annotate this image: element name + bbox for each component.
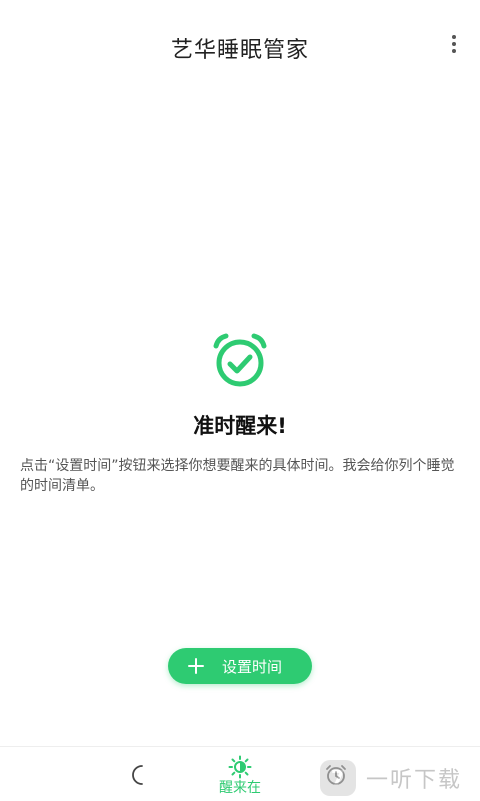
menu-dot [452, 49, 456, 53]
menu-dot [452, 42, 456, 46]
app-bar: 艺华睡眠管家 [0, 0, 480, 96]
empty-title: 准时醒来! [193, 414, 287, 438]
watermark-logo: 7 [320, 760, 356, 796]
alarm-check-icon [213, 333, 267, 387]
watermark: 7 一听下载 [320, 756, 476, 800]
empty-state: 准时醒来! 点击“设置时间”按钮来选择你想要醒来的具体时间。我会给你列个睡觉的时… [0, 330, 480, 496]
nav-item-wake-up[interactable]: 醒来在 [192, 747, 288, 801]
menu-dot [452, 35, 456, 39]
nav-item-sleep[interactable] [96, 747, 192, 801]
app-title: 艺华睡眠管家 [170, 38, 309, 63]
watermark-text: 一听下载 [366, 768, 463, 793]
plus-icon [188, 658, 204, 674]
set-time-button[interactable]: 设置时间 [168, 648, 312, 684]
empty-description: 点击“设置时间”按钮来选择你想要醒来的具体时间。我会给你列个睡觉的时间清单。 [20, 458, 455, 494]
moon-icon [132, 765, 143, 785]
more-vertical-icon[interactable] [440, 30, 468, 58]
set-time-label: 设置时间 [222, 657, 283, 676]
nav-label-wake-up: 醒来在 [219, 780, 261, 796]
sun-icon [228, 755, 252, 779]
